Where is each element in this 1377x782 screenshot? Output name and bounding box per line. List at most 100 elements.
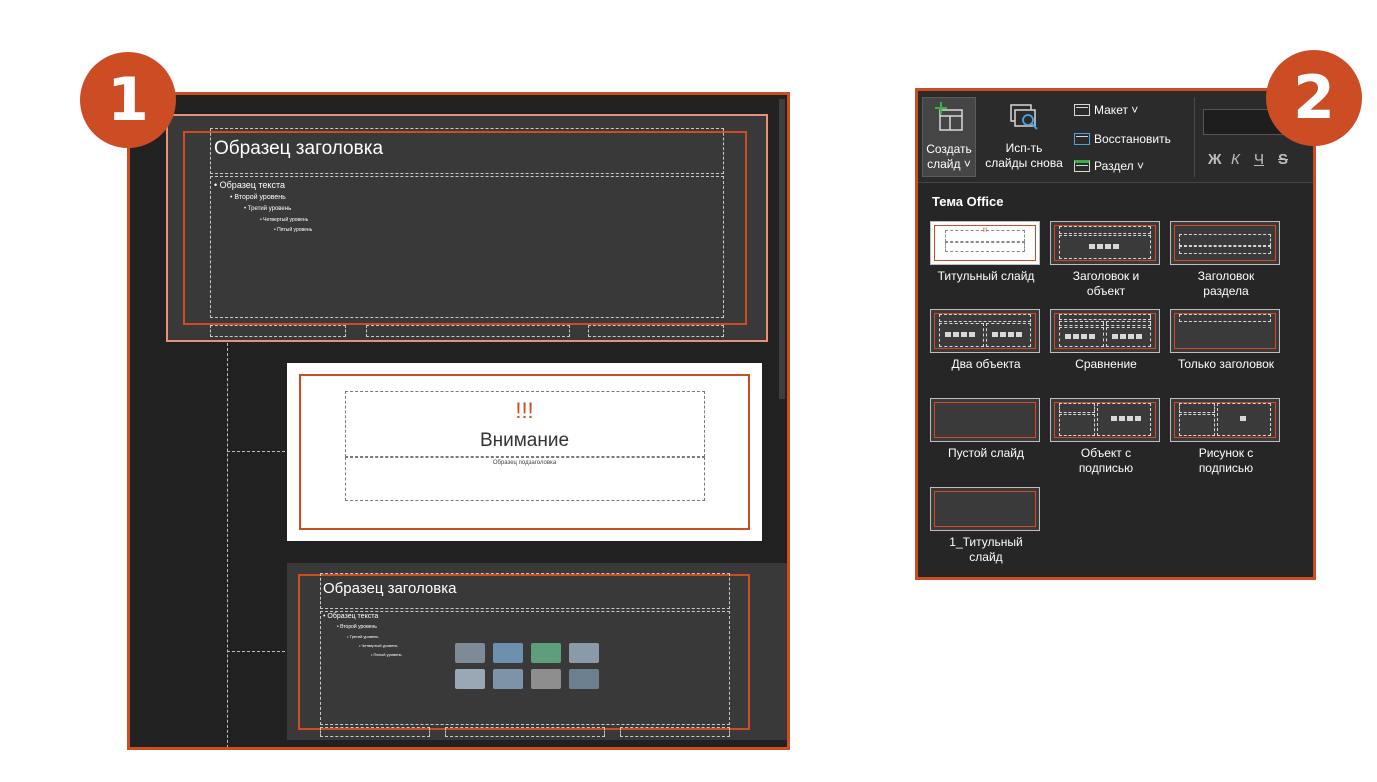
slide-number-placeholder — [588, 325, 724, 337]
title-slide-title: Внимание — [479, 430, 570, 451]
title-placeholder — [1179, 314, 1271, 322]
reuse-slides-button[interactable]: Исп-ть слайды снова — [978, 97, 1070, 177]
master-slide-thumbnail[interactable]: Образец заголовка • Образец текста • Вто… — [166, 114, 768, 342]
new-slide-label-2: слайд ˅ — [927, 157, 971, 171]
text-level-4: • Четвертый уровень — [359, 643, 398, 648]
accent-frame — [934, 491, 1036, 527]
layout-thumbnail — [1170, 398, 1280, 442]
italic-button[interactable]: К — [1231, 151, 1240, 168]
footer-placeholder — [366, 325, 570, 337]
title-slide-layout-thumbnail[interactable]: !!! Внимание Образец подзаголовка — [287, 363, 762, 541]
layout-label: Макет ˅ — [1094, 103, 1139, 117]
content-insert-icons — [455, 643, 599, 689]
text-level-5: • Пятый уровень — [371, 652, 402, 657]
layout-label: Объект с подписью — [1078, 446, 1134, 475]
layout-label: Пустой слайд — [948, 446, 1024, 460]
layout-title-and-content[interactable]: Заголовок и объект — [1048, 221, 1164, 298]
layout-thumbnail — [930, 309, 1040, 353]
caption-text-placeholder — [1059, 414, 1095, 436]
table-icon — [455, 643, 485, 663]
section-dropdown[interactable]: Раздел ˅ — [1074, 159, 1144, 173]
step-badge-2: 2 — [1266, 50, 1362, 146]
reuse-slides-icon — [1010, 104, 1038, 130]
layout-label: 1_Титульный слайд — [949, 535, 1023, 564]
left-heading-placeholder — [1059, 321, 1104, 326]
text-level-2: • Второй уровень — [230, 194, 286, 201]
title-placeholder — [1179, 234, 1271, 246]
section-icon — [1074, 160, 1090, 172]
title-and-content-layout-thumbnail[interactable]: Образец заголовка • Образец текста • Вто… — [287, 563, 787, 740]
body-placeholder — [210, 176, 724, 318]
layout-title-only[interactable]: Только заголовок — [1168, 309, 1290, 379]
layout-picture-with-caption[interactable]: Рисунок с подписью — [1168, 398, 1284, 475]
content-slide-title: Образец заголовка — [323, 580, 457, 597]
new-slide-button[interactable]: Создать слайд ˅ — [922, 97, 976, 177]
content-icons — [1089, 244, 1119, 249]
text-level-1: • Образец текста — [214, 180, 285, 190]
new-slide-layout-gallery: Создать слайд ˅ Исп-ть слайды снова Маке… — [915, 88, 1316, 580]
text-level-1: • Образец текста — [323, 613, 379, 620]
text-level-5: • Пятый уровень — [274, 227, 313, 233]
section-label: Раздел ˅ — [1094, 159, 1145, 173]
strikethrough-button[interactable]: S — [1278, 151, 1288, 168]
layout-comparison[interactable]: Сравнение — [1048, 309, 1164, 379]
step-badge-1: 1 — [80, 52, 176, 148]
layout-thumbnail — [1170, 309, 1280, 353]
content-icons — [1112, 334, 1142, 339]
layout-content-with-caption[interactable]: Объект с подписью — [1048, 398, 1164, 475]
content-icons — [1065, 334, 1095, 339]
title-placeholder — [939, 314, 1031, 322]
layout-label: Заголовок и объект — [1072, 269, 1140, 298]
ribbon-separator — [1194, 97, 1195, 177]
layout-title-slide[interactable]: !!! Титульный слайд — [928, 221, 1044, 291]
layout-thumbnail: !!! — [930, 221, 1040, 265]
layout-label: Только заголовок — [1177, 357, 1275, 371]
text-placeholder — [1179, 246, 1271, 254]
underline-button[interactable]: Ч — [1254, 151, 1264, 168]
new-slide-icon — [935, 102, 963, 131]
layout-thumbnail — [1050, 309, 1160, 353]
exclamation-marks: !!! — [515, 398, 534, 423]
content-icons — [1111, 416, 1141, 421]
theme-title: Тема Office — [932, 194, 1004, 209]
layout-thumbnail — [1170, 221, 1280, 265]
date-placeholder — [210, 325, 346, 337]
layout-section-header[interactable]: Заголовок раздела — [1168, 221, 1284, 298]
date-placeholder — [320, 727, 430, 737]
text-level-4: • Четвертый уровень — [260, 217, 309, 223]
title-placeholder — [1059, 314, 1151, 320]
slide-number-placeholder — [620, 727, 730, 737]
scrollbar[interactable] — [779, 99, 785, 399]
chart-icon — [493, 643, 523, 663]
reuse-slides-label-2: слайды снова — [985, 156, 1063, 170]
3d-model-icon — [569, 643, 599, 663]
master-title: Образец заголовка — [214, 138, 384, 159]
layout-label: Заголовок раздела — [1197, 269, 1255, 298]
smartart-icon — [531, 643, 561, 663]
layout-label: Рисунок с подписью — [1198, 446, 1254, 475]
reset-button[interactable]: Восстановить — [1074, 132, 1171, 146]
layout-icon — [1074, 104, 1090, 116]
content-icons — [992, 332, 1022, 337]
online-picture-icon — [493, 669, 523, 689]
layout-label: Два объекта — [951, 357, 1021, 371]
layout-label: Титульный слайд — [937, 269, 1035, 283]
caption-title-placeholder — [1059, 403, 1095, 413]
text-level-2: • Второй уровень — [337, 624, 377, 630]
layout-thumbnail — [930, 487, 1040, 531]
exclamation-marks: !!! — [982, 228, 988, 234]
reuse-slides-label-1: Исп-ть — [1005, 141, 1043, 155]
slide-master-pane: Образец заголовка • Образец текста • Вто… — [127, 92, 790, 750]
text-level-3: • Третий уровень — [244, 206, 292, 212]
text-level-3: • Третий уровень — [347, 634, 379, 639]
layout-dropdown[interactable]: Макет ˅ — [1074, 103, 1138, 117]
icons-icon — [569, 669, 599, 689]
right-heading-placeholder — [1106, 321, 1151, 326]
tree-connector-branch — [227, 651, 285, 652]
caption-text-placeholder — [1179, 414, 1215, 436]
layout-blank[interactable]: Пустой слайд — [928, 398, 1044, 472]
bold-button[interactable]: Ж — [1208, 151, 1222, 168]
layout-title-slide-1[interactable]: 1_Титульный слайд — [928, 487, 1044, 567]
layout-two-content[interactable]: Два объекта — [928, 309, 1044, 379]
subtitle-placeholder — [945, 242, 1025, 252]
